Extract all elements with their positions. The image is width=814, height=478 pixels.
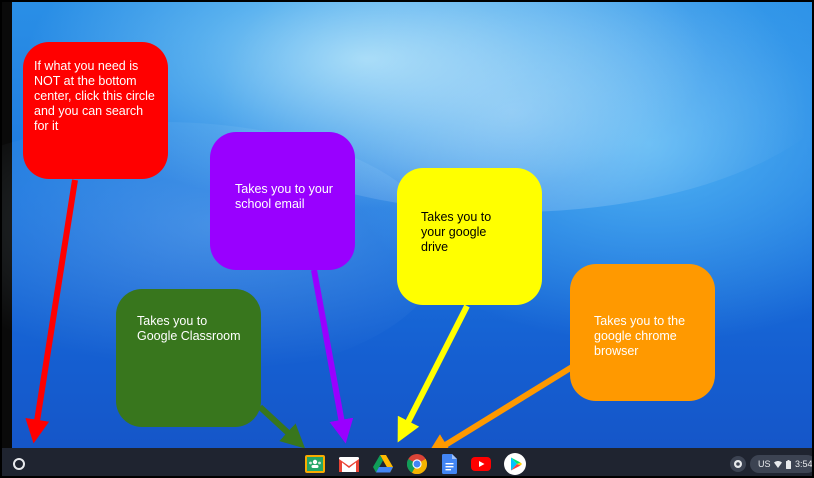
google-docs-icon[interactable]	[438, 453, 460, 475]
shelf: US 3:54	[2, 448, 813, 476]
battery-icon	[786, 460, 791, 469]
locale-indicator: US	[758, 459, 771, 469]
drive-arrow	[397, 304, 470, 443]
play-store-icon[interactable]	[504, 453, 526, 475]
google-classroom-icon[interactable]	[304, 453, 326, 475]
chrome-icon[interactable]	[406, 453, 428, 475]
gmail-icon[interactable]	[338, 453, 360, 475]
google-drive-icon[interactable]	[372, 453, 394, 475]
tools-icon	[734, 460, 742, 468]
launcher-button[interactable]	[13, 458, 25, 470]
search-arrow	[25, 179, 78, 444]
stylus-tools-button[interactable]	[730, 456, 746, 472]
desktop: If what you need is NOT at the bottom ce…	[0, 0, 814, 478]
wifi-icon	[774, 461, 782, 468]
chrome-arrow	[425, 364, 574, 458]
classroom-arrow	[257, 404, 306, 449]
youtube-icon[interactable]	[470, 453, 492, 475]
status-area[interactable]: US 3:54	[750, 455, 813, 473]
clock: 3:54	[795, 459, 813, 469]
callout-arrows	[25, 179, 574, 458]
gmail-arrow	[311, 269, 354, 444]
